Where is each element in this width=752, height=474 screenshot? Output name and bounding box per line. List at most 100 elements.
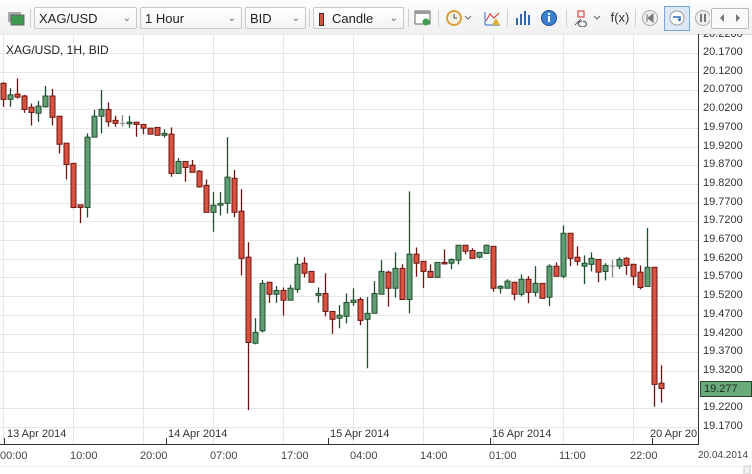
price-tick-label: 20.1700: [703, 46, 743, 58]
candle-body: [77, 204, 84, 208]
price-tick-label: 19.5700: [703, 270, 743, 283]
candle-body: [266, 281, 273, 295]
date-label: 14 Apr 2014: [168, 428, 228, 440]
candle-body: [7, 94, 14, 100]
candle-body: [518, 278, 525, 295]
date-label: 20 Apr 201: [650, 428, 697, 440]
candle-body: [322, 292, 329, 312]
candle-body: [0, 82, 7, 100]
date-label: 16 Apr 2014: [492, 428, 552, 440]
time-label: 07:00: [210, 450, 238, 462]
candle-body: [623, 257, 630, 266]
candle-body: [651, 266, 658, 385]
candle-body: [28, 106, 35, 113]
last-price-badge: 19.277: [700, 381, 752, 397]
candle-body: [105, 108, 112, 123]
price-tick-label: 19.6200: [703, 251, 743, 264]
candle-body: [238, 210, 245, 259]
candle-body: [217, 202, 224, 206]
candle-body: [315, 292, 322, 296]
price-tick-label: 19.9200: [703, 139, 743, 152]
navigator-scroll-handle[interactable]: [743, 465, 751, 474]
candle-body: [504, 280, 511, 289]
time-label: 20.04.2014: [698, 450, 749, 461]
candle-body: [448, 258, 455, 264]
candle-body: [378, 270, 385, 295]
candle-body: [427, 270, 434, 278]
candle-body: [154, 126, 161, 136]
price-tick-label: 19.2200: [703, 401, 743, 414]
candle-body: [308, 270, 315, 283]
candle-body: [182, 160, 189, 168]
time-label: 14:00: [420, 450, 448, 462]
candle-body: [630, 263, 637, 277]
candle-body: [434, 261, 441, 278]
candle-body: [567, 232, 574, 259]
candle-body: [581, 262, 588, 267]
candle-body: [98, 108, 105, 117]
chart-title: XAG/USD, 1H, BID: [6, 43, 109, 57]
time-label: 17:00: [281, 450, 309, 462]
candle-body: [161, 132, 168, 136]
price-tick-label: 19.6700: [703, 233, 743, 245]
price-tick-label: 19.3200: [703, 363, 743, 376]
price-tick-label: 19.3700: [703, 345, 743, 358]
candle-body: [511, 281, 518, 295]
candle-body: [546, 265, 553, 298]
price-tick-label: 20.1200: [703, 64, 743, 77]
candle-body: [525, 278, 532, 293]
candle-body: [574, 256, 581, 262]
candle-body: [56, 115, 63, 145]
candle-body: [357, 298, 364, 321]
candle-body: [420, 260, 427, 272]
candle-body: [140, 123, 147, 129]
candle-body: [637, 271, 644, 288]
candle-body: [245, 256, 252, 343]
candle-body: [392, 267, 399, 289]
candlestick-chart[interactable]: [0, 0, 752, 474]
time-label: 11:00: [559, 450, 586, 462]
price-tick-label: 19.7200: [703, 214, 743, 227]
candle-body: [476, 251, 483, 258]
candle-body: [273, 289, 280, 295]
candle-body: [14, 93, 21, 98]
candle-body: [490, 245, 497, 289]
candle-body: [560, 232, 567, 277]
candle-body: [588, 257, 595, 265]
candle-body: [462, 244, 469, 252]
candle-body: [112, 119, 119, 124]
candle-body: [259, 282, 266, 332]
candle-body: [196, 170, 203, 188]
candle-body: [644, 266, 651, 287]
candle-body: [532, 282, 539, 293]
candle-body: [343, 301, 350, 317]
candle-body: [203, 184, 210, 213]
candle-body: [21, 95, 28, 110]
candle-body: [70, 162, 77, 208]
candle-body: [294, 263, 301, 290]
date-label: 13 Apr 2014: [7, 428, 67, 440]
candle-body: [371, 292, 378, 314]
candle-body: [658, 382, 665, 389]
candle-body: [231, 177, 238, 213]
candle-body: [42, 95, 49, 108]
candle-body: [280, 289, 287, 301]
candle-body: [147, 127, 154, 135]
time-label: 22:00: [630, 450, 658, 462]
candle-body: [301, 262, 308, 274]
candle-body: [350, 299, 357, 303]
candle-body: [455, 244, 462, 261]
price-tick-label: 19.5200: [703, 289, 743, 302]
candle-body: [469, 249, 476, 259]
candle-body: [336, 314, 343, 319]
candle-body: [49, 95, 56, 118]
candle-body: [364, 312, 371, 320]
candle-body: [497, 285, 504, 289]
candle-body: [413, 253, 420, 264]
price-tick-label: 19.1700: [703, 420, 743, 432]
price-tick-label: 20.0700: [703, 83, 743, 96]
candle-body: [189, 164, 196, 173]
time-label: 10:00: [70, 450, 98, 462]
candle-body: [84, 136, 91, 208]
candle-body: [399, 267, 406, 300]
